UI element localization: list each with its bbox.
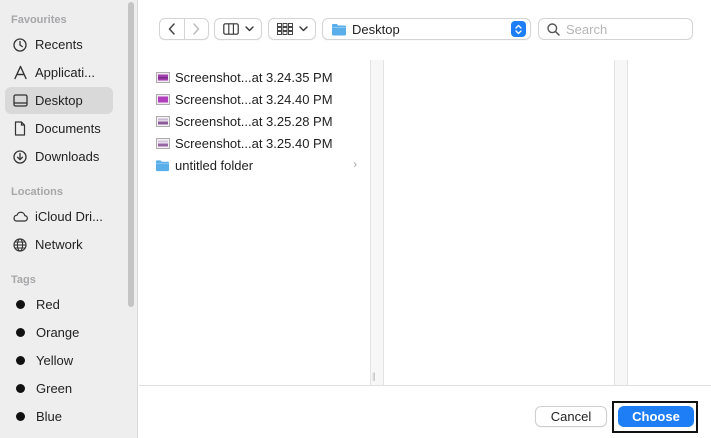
sidebar-tag-orange[interactable]: Orange [5,319,113,346]
sidebar-tag-label: Blue [36,409,63,424]
sidebar-item-label: Downloads [35,149,100,164]
file-name: Screenshot...at 3.25.28 PM [175,113,333,129]
applications-icon [12,65,28,81]
sidebar-item-downloads[interactable]: Downloads [5,143,113,170]
toolbar: Desktop [139,0,711,60]
file-name: Screenshot...at 3.25.40 PM [175,135,333,151]
disclosure-chevron-icon: › [353,159,357,171]
download-icon [12,149,28,165]
file-row[interactable]: Screenshot...at 3.25.28 PM [155,110,363,132]
resize-handle-icon[interactable]: || [372,371,376,381]
group-by-button[interactable] [268,18,316,40]
column-divider[interactable] [370,60,384,385]
column-desktop: Screenshot...at 3.24.35 PM Screenshot...… [139,60,370,385]
screenshot-file-icon [155,71,170,83]
search-field[interactable] [538,18,693,40]
tag-dot [16,412,25,421]
sidebar-tag-yellow[interactable]: Yellow [5,347,113,374]
tag-dot [16,300,25,309]
columns-view-icon [222,23,239,35]
chevron-left-icon [168,23,175,35]
folder-icon [155,159,170,171]
cloud-icon [12,209,28,225]
desktop-icon [12,93,28,109]
sidebar-item-label: Recents [35,37,83,52]
favourites-heading: Favourites [11,14,67,26]
search-input[interactable] [566,21,686,37]
sidebar-item-label: Documents [35,121,101,136]
grid-icon [276,23,293,35]
back-button[interactable] [160,19,184,39]
sidebar-item-label: Applicati... [35,65,95,80]
file-row[interactable]: Screenshot...at 3.24.40 PM [155,88,363,110]
sidebar-tag-label: Red [36,297,60,312]
sidebar-tag-label: Green [36,381,73,396]
sidebar-tag-green[interactable]: Green [5,375,113,402]
chevron-down-icon [298,26,308,32]
sidebar-item-applications[interactable]: Applicati... [5,59,113,86]
file-row[interactable]: Screenshot...at 3.25.40 PM [155,132,363,154]
column-divider[interactable] [614,60,628,385]
sidebar-tag-label: Yellow [36,353,74,368]
file-name: Screenshot...at 3.24.40 PM [175,91,333,107]
location-label: Desktop [352,21,400,37]
screenshot-file-icon [155,93,170,105]
screenshot-file-icon [155,137,170,149]
tag-dot [16,384,25,393]
sidebar-item-recents[interactable]: Recents [5,31,113,58]
folder-icon [332,23,346,35]
sidebar-item-network[interactable]: Network [5,231,113,258]
tag-dot [16,356,25,365]
chevron-down-icon [244,26,254,32]
sidebar-tag-blue[interactable]: Blue [5,403,113,430]
forward-button[interactable] [185,19,209,39]
location-popup[interactable]: Desktop [322,18,531,40]
tags-heading: Tags [11,274,36,286]
sidebar-tag-label: Orange [36,325,80,340]
sidebar: Favourites Recents Applicati... Desktop … [0,0,138,438]
globe-icon [12,237,28,253]
search-icon [547,22,560,36]
dialog-footer: Cancel Choose [139,385,711,438]
screenshot-file-icon [155,115,170,127]
document-icon [12,121,28,137]
tag-dot [16,328,25,337]
sidebar-scrollbar[interactable] [128,2,134,307]
file-name: Screenshot...at 3.24.35 PM [175,69,333,85]
file-name: untitled folder [175,157,254,173]
file-row[interactable]: Screenshot...at 3.24.35 PM [155,66,363,88]
folder-row[interactable]: untitled folder › [155,154,363,176]
cancel-button[interactable]: Cancel [535,406,607,427]
clock-icon [12,37,28,53]
sidebar-item-desktop[interactable]: Desktop [5,87,113,114]
sidebar-item-label: Desktop [35,93,83,108]
up-down-chevron-icon [511,21,526,37]
view-mode-button[interactable] [214,18,262,40]
sidebar-item-label: Network [35,237,83,252]
sidebar-item-icloud-drive[interactable]: iCloud Dri... [5,203,113,230]
chevron-right-icon [193,23,200,35]
file-browser: Screenshot...at 3.24.35 PM Screenshot...… [139,60,711,385]
sidebar-item-label: iCloud Dri... [35,209,103,224]
sidebar-item-documents[interactable]: Documents [5,115,113,142]
choose-button[interactable]: Choose [618,406,694,427]
navigation-group [159,18,209,40]
locations-heading: Locations [11,186,63,198]
sidebar-tag-red[interactable]: Red [5,291,113,318]
